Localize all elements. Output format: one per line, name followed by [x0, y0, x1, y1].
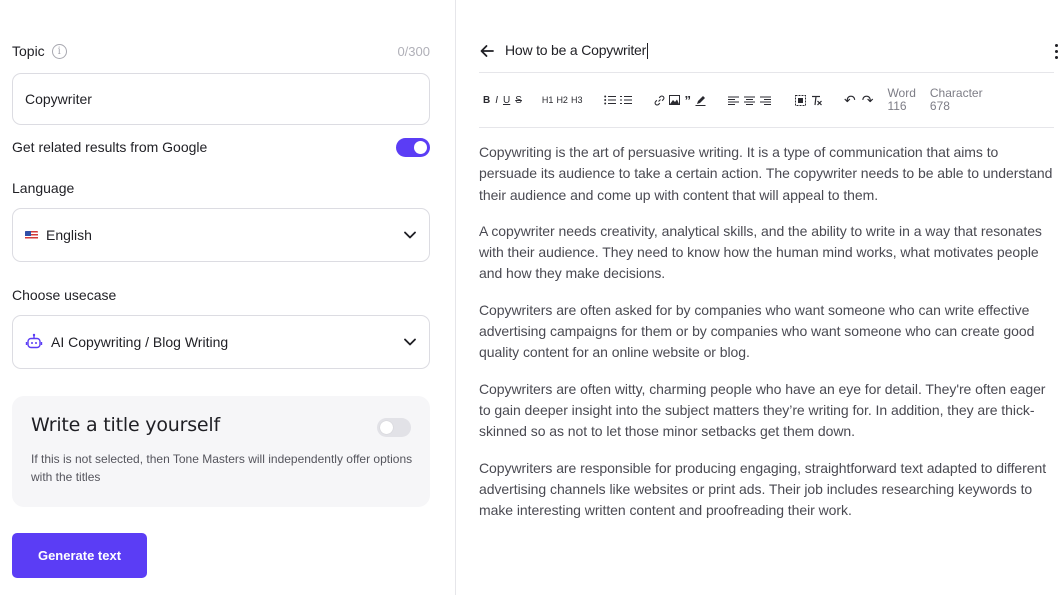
arrow-left-icon[interactable]: [479, 43, 495, 59]
paragraph: Copywriting is the art of persuasive wri…: [479, 144, 1053, 203]
embed-icon[interactable]: [794, 94, 806, 106]
word-count-label: Word: [887, 86, 916, 100]
paragraph: A copywriter needs creativity, analytica…: [479, 222, 1042, 282]
topic-label: Topic: [12, 43, 45, 59]
info-icon[interactable]: i: [51, 43, 67, 59]
italic-button[interactable]: I: [495, 95, 498, 106]
underline-button[interactable]: U: [503, 95, 510, 106]
document-title: How to be a Copywriter: [505, 42, 647, 58]
formatting-toolbar: B I U S H1 H2 H3 ” ↶ ↷ Word 116 Characte…: [479, 72, 1054, 128]
quote-icon[interactable]: ”: [684, 93, 691, 108]
strikethrough-button[interactable]: S: [515, 95, 522, 106]
heading-2-button[interactable]: H2: [556, 95, 568, 105]
usecase-label: Choose usecase: [12, 287, 117, 303]
google-results-toggle[interactable]: [396, 137, 430, 157]
document-stats: Word 116 Character 678: [887, 87, 982, 113]
character-count-value: 678: [929, 99, 950, 113]
highlighter-icon[interactable]: [695, 95, 706, 106]
heading-3-button[interactable]: H3: [571, 95, 583, 105]
custom-title-card: Write a title yourself If this is not se…: [12, 396, 430, 507]
bulleted-list-icon[interactable]: [604, 95, 617, 105]
link-icon[interactable]: [654, 95, 665, 106]
usecase-value: AI Copywriting / Blog Writing: [51, 334, 229, 350]
word-count-value: 116: [887, 99, 907, 113]
redo-icon[interactable]: ↷: [862, 92, 874, 109]
image-icon[interactable]: [669, 95, 681, 105]
document-title-field[interactable]: How to be a Copywriter: [505, 42, 649, 60]
editor-header: How to be a Copywriter: [479, 40, 1059, 62]
more-options-icon[interactable]: [1053, 43, 1059, 59]
paragraph: Copywriters are often witty, charming pe…: [479, 380, 1046, 440]
numbered-list-icon[interactable]: [620, 95, 633, 105]
language-value: English: [46, 227, 92, 243]
align-left-icon[interactable]: [727, 96, 739, 105]
character-count-label: Character: [929, 86, 983, 100]
editor-content[interactable]: Copywriting is the art of persuasive wri…: [479, 142, 1054, 536]
topic-label-row: Topic i 0/300: [12, 42, 430, 60]
us-flag-icon: [25, 230, 38, 240]
topic-field[interactable]: [12, 73, 430, 125]
robot-icon: [25, 333, 43, 351]
text-cursor: [647, 42, 649, 59]
paragraph: Copywriters are often asked for by compa…: [479, 301, 1035, 361]
align-center-icon[interactable]: [743, 96, 755, 105]
language-select[interactable]: English: [12, 208, 430, 262]
chevron-down-icon: [403, 228, 417, 242]
bold-button[interactable]: B: [483, 95, 490, 106]
paragraph: Copywriters are responsible for producin…: [479, 459, 1047, 519]
word-count-stat: Word 116: [887, 87, 915, 113]
language-label: Language: [12, 180, 75, 196]
generate-text-button[interactable]: Generate text: [12, 533, 147, 578]
align-right-icon[interactable]: [759, 96, 771, 105]
heading-1-button[interactable]: H1: [542, 95, 554, 105]
topic-input[interactable]: [25, 91, 417, 107]
character-count-stat: Character 678: [930, 87, 983, 113]
google-results-row: Get related results from Google: [12, 136, 430, 158]
chevron-down-icon: [403, 335, 417, 349]
custom-title-heading: Write a title yourself: [31, 414, 220, 436]
generator-form-panel: Topic i 0/300 Get related results from G…: [0, 0, 456, 595]
clear-format-icon[interactable]: [811, 95, 822, 106]
undo-icon[interactable]: ↶: [844, 92, 856, 109]
custom-title-toggle[interactable]: [377, 418, 411, 437]
custom-title-description: If this is not selected, then Tone Maste…: [31, 452, 413, 484]
google-results-label: Get related results from Google: [12, 139, 208, 155]
topic-char-counter: 0/300: [397, 43, 430, 59]
editor-panel: How to be a Copywriter B I U S H1 H2 H3: [457, 0, 1064, 595]
usecase-select[interactable]: AI Copywriting / Blog Writing: [12, 315, 430, 369]
